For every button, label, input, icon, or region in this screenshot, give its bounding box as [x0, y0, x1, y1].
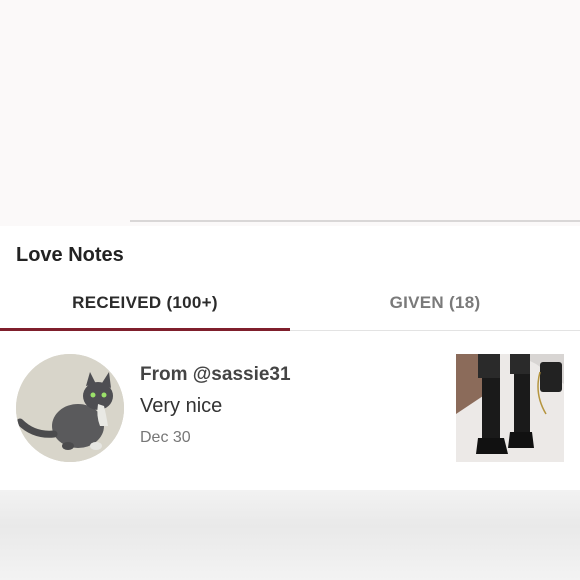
love-notes-tabs: RECEIVED (100+) GIVEN (18) [0, 282, 580, 331]
active-tab-indicator [0, 328, 290, 331]
note-date: Dec 30 [140, 429, 191, 446]
top-blank-area [0, 0, 580, 226]
boots-thumbnail-image [456, 354, 564, 462]
note-message: Very nice [140, 395, 223, 417]
love-note-item[interactable]: From @sassie31 Very nice Dec 30 [0, 338, 580, 478]
section-title: Love Notes [16, 244, 124, 266]
tab-given[interactable]: GIVEN (18) [290, 282, 580, 330]
top-divider [130, 220, 580, 222]
cat-avatar-image [16, 354, 124, 462]
boots-thumbnail[interactable] [456, 354, 564, 462]
love-notes-section: Love Notes RECEIVED (100+) GIVEN (18) Fr… [0, 226, 580, 490]
note-sender[interactable]: From @sassie31 [140, 364, 291, 386]
bottom-fade-area [0, 490, 580, 580]
cat-avatar[interactable] [16, 354, 124, 462]
tab-received[interactable]: RECEIVED (100+) [0, 282, 290, 330]
